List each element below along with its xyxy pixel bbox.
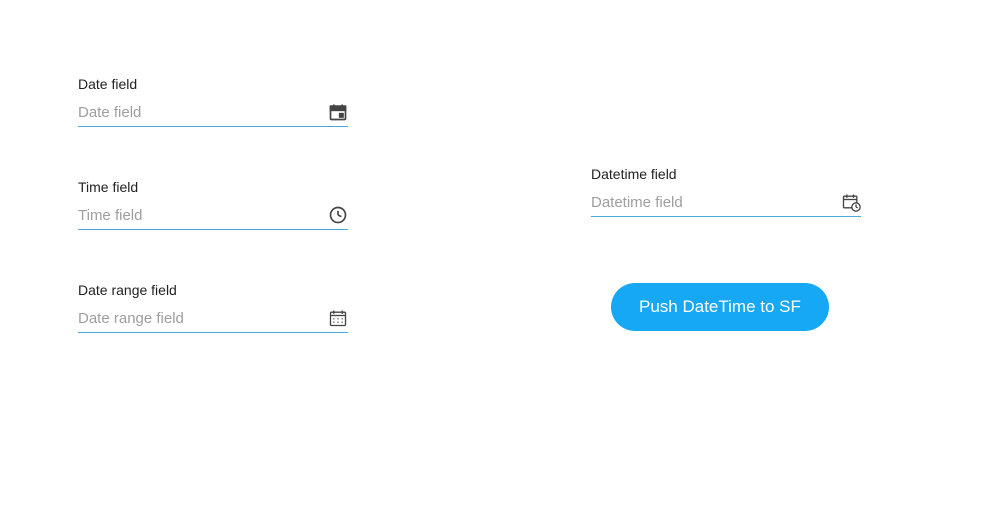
date-field-label: Date field: [78, 76, 348, 92]
date-range-field-input[interactable]: [78, 310, 328, 327]
time-field-group: Time field: [78, 179, 348, 230]
calendar-range-icon[interactable]: [328, 308, 348, 328]
datetime-field-input-line: [591, 192, 861, 217]
date-field-group: Date field: [78, 76, 348, 127]
time-field-input[interactable]: [78, 207, 328, 224]
date-field-input[interactable]: [78, 104, 328, 121]
datetime-field-group: Datetime field: [591, 166, 861, 217]
clock-icon[interactable]: [328, 205, 348, 225]
date-field-input-line: [78, 102, 348, 127]
push-datetime-button[interactable]: Push DateTime to SF: [611, 283, 829, 331]
date-range-field-label: Date range field: [78, 282, 348, 298]
time-field-input-line: [78, 205, 348, 230]
calendar-icon[interactable]: [328, 102, 348, 122]
time-field-label: Time field: [78, 179, 348, 195]
date-range-field-input-line: [78, 308, 348, 333]
date-range-field-group: Date range field: [78, 282, 348, 333]
datetime-field-label: Datetime field: [591, 166, 861, 182]
calendar-clock-icon[interactable]: [841, 192, 861, 212]
datetime-field-input[interactable]: [591, 194, 841, 211]
